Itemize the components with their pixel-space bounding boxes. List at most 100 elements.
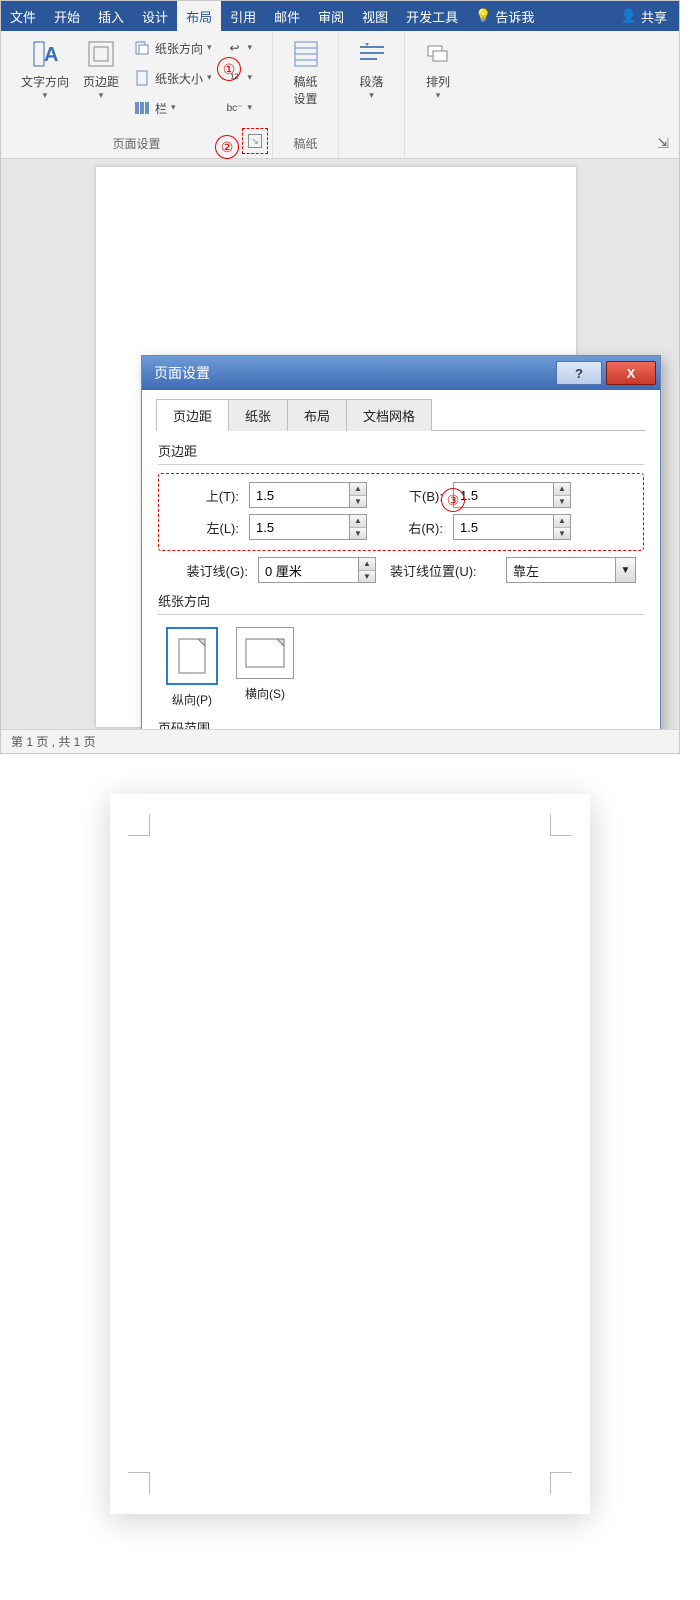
input-top[interactable] (249, 482, 349, 508)
columns-button[interactable]: 栏 ▾ (129, 95, 216, 121)
combo-gutter-pos-value: 靠左 (506, 557, 616, 583)
spin-down-icon[interactable]: ▼ (350, 528, 366, 540)
size-button[interactable]: 纸张大小 ▾ (129, 65, 216, 91)
pin-ribbon-icon[interactable]: ⇲ (657, 135, 669, 152)
spin-up-icon[interactable]: ▲ (350, 483, 366, 496)
caret-icon: ▾ (43, 90, 48, 101)
share-label: 共享 (641, 7, 667, 26)
fieldset-range: 页码范围 多页(M): 普通▼ (158, 718, 644, 729)
group-paragraph: 段落 ▾ (339, 31, 405, 158)
spin-up-icon[interactable]: ▲ (350, 515, 366, 528)
caret-icon: ▾ (369, 90, 374, 101)
document-area: 页面设置 ? X 页边距 纸张 布局 文档网格 页边距 ③ (1, 159, 679, 729)
text-direction-button[interactable]: A 文字方向 ▾ (17, 35, 73, 103)
size-icon (133, 69, 151, 87)
margins-highlight: ③ 上(T): ▲▼ 下(B): ▲▼ 左(L): ▲▼ 右(R): ▲▼ (158, 473, 644, 551)
spin-down-icon[interactable]: ▼ (350, 496, 366, 508)
tell-me[interactable]: 💡 告诉我 (467, 1, 542, 31)
tab-review[interactable]: 审阅 (309, 1, 353, 31)
spin-gutter[interactable]: ▲▼ (258, 557, 376, 583)
ribbon: A 文字方向 ▾ 页边距 ▾ 纸张方向 ▾ (1, 31, 679, 159)
orientation-button[interactable]: 纸张方向 ▾ (129, 35, 216, 61)
margins-label: 页边距 (83, 73, 119, 90)
share-button[interactable]: 👤 共享 (609, 1, 679, 31)
spin-down-icon[interactable]: ▼ (554, 528, 570, 540)
tab-view[interactable]: 视图 (353, 1, 397, 31)
paragraph-icon (355, 37, 389, 71)
spin-up-icon[interactable]: ▲ (554, 483, 570, 496)
dialog-titlebar[interactable]: 页面设置 ? X (142, 356, 660, 390)
group-manuscript: 稿纸 设置 稿纸 (273, 31, 339, 158)
manuscript-icon (289, 37, 323, 71)
group-label-page-setup: 页面设置 (7, 131, 266, 158)
input-bottom[interactable] (453, 482, 553, 508)
margin-mark-icon (128, 814, 150, 836)
input-right[interactable] (453, 514, 553, 540)
spin-down-icon[interactable]: ▼ (359, 571, 375, 583)
hyphenation-button[interactable]: bc⁻▾ (222, 95, 257, 121)
tab-references[interactable]: 引用 (221, 1, 265, 31)
label-gutter-pos: 装订线位置(U): (386, 561, 496, 580)
size-label: 纸张大小 (155, 70, 203, 87)
arrange-button[interactable]: 排列 ▾ (417, 35, 459, 103)
tab-developer[interactable]: 开发工具 (397, 1, 467, 31)
portrait-label: 纵向(P) (172, 691, 212, 708)
breaks-icon: ↩ (226, 39, 244, 57)
orientation-label: 纸张方向 (155, 40, 203, 57)
page-setup-launcher[interactable]: ↘ (242, 128, 268, 154)
fieldset-orientation: 纸张方向 纵向(P) 横向(S) (158, 591, 644, 710)
tab-home[interactable]: 开始 (45, 1, 89, 31)
input-gutter[interactable] (258, 557, 358, 583)
spin-down-icon[interactable]: ▼ (554, 496, 570, 508)
tab-file[interactable]: 文件 (1, 1, 45, 31)
spin-up-icon[interactable]: ▲ (554, 515, 570, 528)
word-window: 文件 开始 插入 设计 布局 引用 邮件 审阅 视图 开发工具 💡 告诉我 👤 … (0, 0, 680, 754)
spin-left[interactable]: ▲▼ (249, 514, 367, 540)
page-setup-dialog: 页面设置 ? X 页边距 纸张 布局 文档网格 页边距 ③ (141, 355, 661, 729)
orientation-icon (133, 39, 151, 57)
combo-gutter-pos[interactable]: 靠左▼ (506, 557, 636, 583)
caret-icon: ▾ (171, 102, 176, 113)
tab-design[interactable]: 设计 (133, 1, 177, 31)
dropdown-icon[interactable]: ▼ (616, 557, 636, 583)
spin-top[interactable]: ▲▼ (249, 482, 367, 508)
tab-layout[interactable]: 布局 (177, 1, 221, 31)
label-gutter: 装订线(G): (158, 561, 248, 580)
caret-icon: ▾ (436, 90, 441, 101)
input-left[interactable] (249, 514, 349, 540)
spin-up-icon[interactable]: ▲ (359, 558, 375, 571)
margin-mark-icon (128, 1472, 150, 1494)
tab-insert[interactable]: 插入 (89, 1, 133, 31)
dialog-tabs: 页边距 纸张 布局 文档网格 (156, 398, 646, 431)
orientation-landscape[interactable]: 横向(S) (236, 627, 294, 702)
line-numbers-button[interactable]: ¹²▾ (222, 65, 257, 91)
caret-icon: ▾ (207, 42, 212, 53)
margins-button[interactable]: 页边距 ▾ (79, 35, 123, 103)
spin-right[interactable]: ▲▼ (453, 514, 571, 540)
dlg-tab-margins[interactable]: 页边距 (156, 399, 229, 431)
orientation-portrait[interactable]: 纵向(P) (166, 627, 218, 708)
landscape-icon (236, 627, 294, 679)
manuscript-button[interactable]: 稿纸 设置 (285, 35, 327, 109)
portrait-icon (166, 627, 218, 685)
svg-text:A: A (44, 44, 58, 66)
share-icon: 👤 (621, 8, 637, 24)
tab-mail[interactable]: 邮件 (265, 1, 309, 31)
landscape-label: 横向(S) (245, 685, 285, 702)
dlg-tab-paper[interactable]: 纸张 (228, 399, 288, 431)
help-button[interactable]: ? (556, 361, 602, 385)
dlg-tab-grid[interactable]: 文档网格 (346, 399, 432, 431)
breaks-button[interactable]: ↩▾ (222, 35, 257, 61)
tell-me-label: 告诉我 (495, 7, 534, 26)
group-label-manuscript: 稿纸 (279, 131, 332, 158)
launcher-icon: ↘ (248, 134, 262, 148)
result-page (110, 794, 590, 1514)
paragraph-button[interactable]: 段落 ▾ (351, 35, 393, 103)
spin-bottom[interactable]: ▲▼ (453, 482, 571, 508)
columns-icon (133, 99, 151, 117)
bulb-icon: 💡 (475, 8, 491, 24)
line-numbers-icon: ¹² (226, 69, 244, 87)
dlg-tab-layout[interactable]: 布局 (287, 399, 347, 431)
close-button[interactable]: X (606, 361, 656, 385)
fieldset-range-title: 页码范围 (158, 718, 644, 729)
